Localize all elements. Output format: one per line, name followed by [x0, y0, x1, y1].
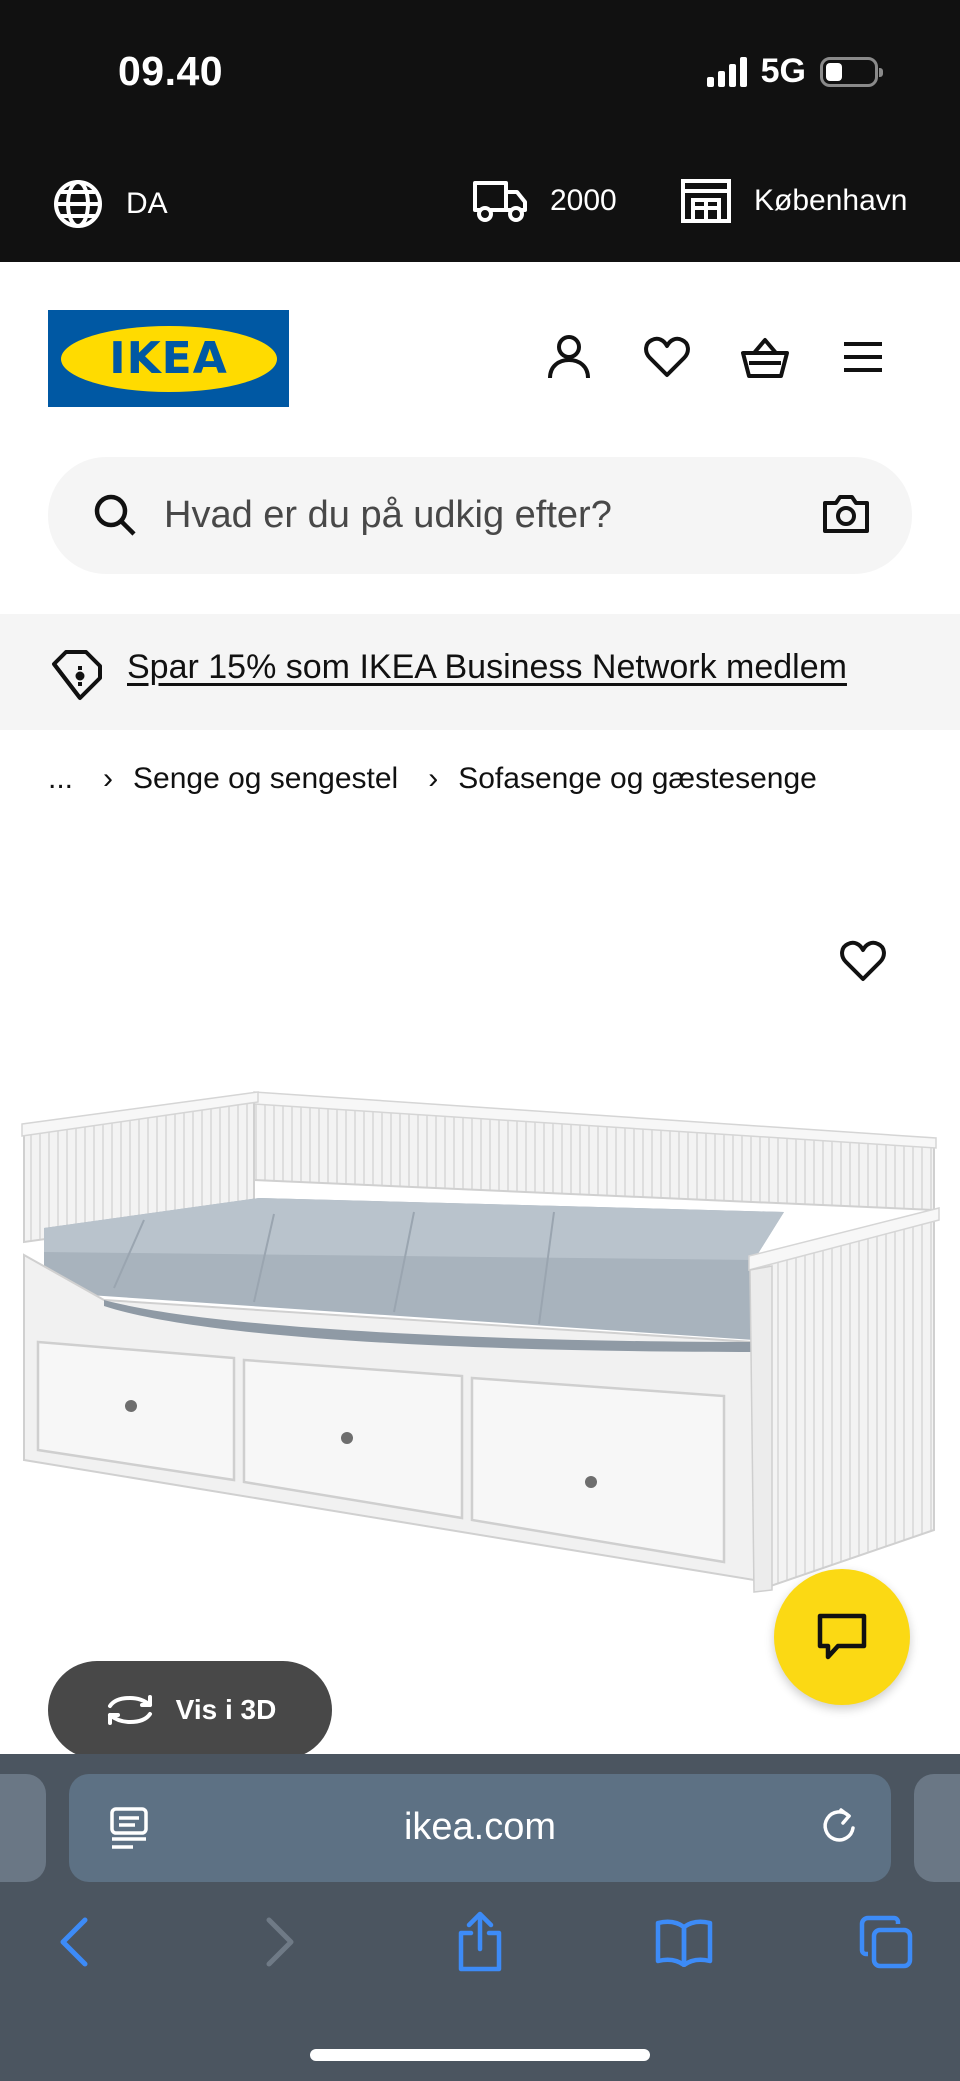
basket-icon[interactable] — [740, 332, 790, 382]
battery-icon — [820, 56, 883, 87]
favourite-heart-icon[interactable] — [840, 940, 886, 982]
search-input[interactable] — [164, 457, 804, 574]
network-type: 5G — [760, 52, 806, 90]
view-3d-button[interactable]: Vis i 3D — [48, 1661, 332, 1759]
forward-button[interactable] — [250, 1912, 310, 1972]
language-label: DA — [126, 187, 168, 220]
search-bar[interactable] — [48, 457, 912, 574]
chevron-right-icon — [266, 1917, 294, 1967]
heart-icon[interactable] — [642, 332, 692, 382]
globe-icon — [54, 180, 102, 228]
language-selector[interactable]: DA — [52, 178, 168, 230]
signal-icon — [706, 56, 747, 87]
product-image — [21, 1091, 940, 1593]
share-button[interactable] — [450, 1911, 510, 1972]
url-text: ikea.com — [403, 1806, 557, 1848]
chevron-right-icon: › — [103, 762, 114, 795]
rotate-3d-icon — [107, 1695, 152, 1725]
store-icon — [681, 179, 731, 223]
chevron-right-icon: › — [428, 762, 439, 795]
menu-icon[interactable] — [838, 332, 888, 382]
back-button[interactable] — [44, 1912, 104, 1972]
chat-icon — [817, 1613, 867, 1660]
chat-button[interactable] — [774, 1569, 910, 1705]
tabs-button[interactable] — [856, 1912, 916, 1972]
reload-icon[interactable] — [819, 1804, 859, 1848]
previous-tab[interactable] — [0, 1774, 46, 1882]
breadcrumb: ... › Senge og sengestel › Sofasenge og … — [48, 762, 817, 796]
book-icon — [655, 1919, 713, 1967]
search-icon[interactable] — [92, 492, 138, 538]
next-tab[interactable] — [914, 1774, 960, 1882]
promo-banner: Spar 15% som IKEA Business Network medle… — [0, 614, 960, 730]
bookmarks-button[interactable] — [654, 1912, 714, 1972]
home-indicator — [310, 2049, 650, 2061]
tag-icon — [52, 650, 102, 700]
store-selector[interactable]: København — [680, 178, 907, 224]
status-indicators: 5G — [706, 52, 883, 91]
browser-toolbar: ikea.com — [0, 1754, 960, 2081]
store-label: København — [754, 184, 908, 217]
postcode-selector[interactable]: 2000 — [472, 178, 617, 224]
view-3d-label: Vis i 3D — [175, 1694, 277, 1725]
breadcrumb-ellipsis[interactable]: ... — [48, 762, 73, 796]
user-icon[interactable] — [544, 332, 594, 382]
breadcrumb-item[interactable]: Senge og sengestel — [133, 762, 398, 796]
share-icon — [458, 1911, 502, 1972]
truck-icon — [473, 181, 527, 222]
status-bar: 09.40 5G — [0, 0, 960, 140]
chevron-left-icon — [60, 1917, 88, 1967]
ikea-logo[interactable]: IKEA — [48, 310, 289, 407]
promo-link[interactable]: Spar 15% som IKEA Business Network medle… — [127, 648, 847, 687]
address-bar[interactable]: ikea.com — [69, 1774, 891, 1882]
locale-bar: DA 2000 København — [0, 140, 960, 262]
tabs-icon — [859, 1915, 913, 1969]
camera-icon[interactable] — [822, 493, 870, 535]
breadcrumb-item[interactable]: Sofasenge og gæstesenge — [458, 762, 817, 796]
logo-text: IKEA — [109, 333, 228, 384]
postcode-label: 2000 — [550, 184, 617, 217]
site-header: IKEA — [0, 262, 960, 442]
status-time: 09.40 — [118, 48, 224, 94]
